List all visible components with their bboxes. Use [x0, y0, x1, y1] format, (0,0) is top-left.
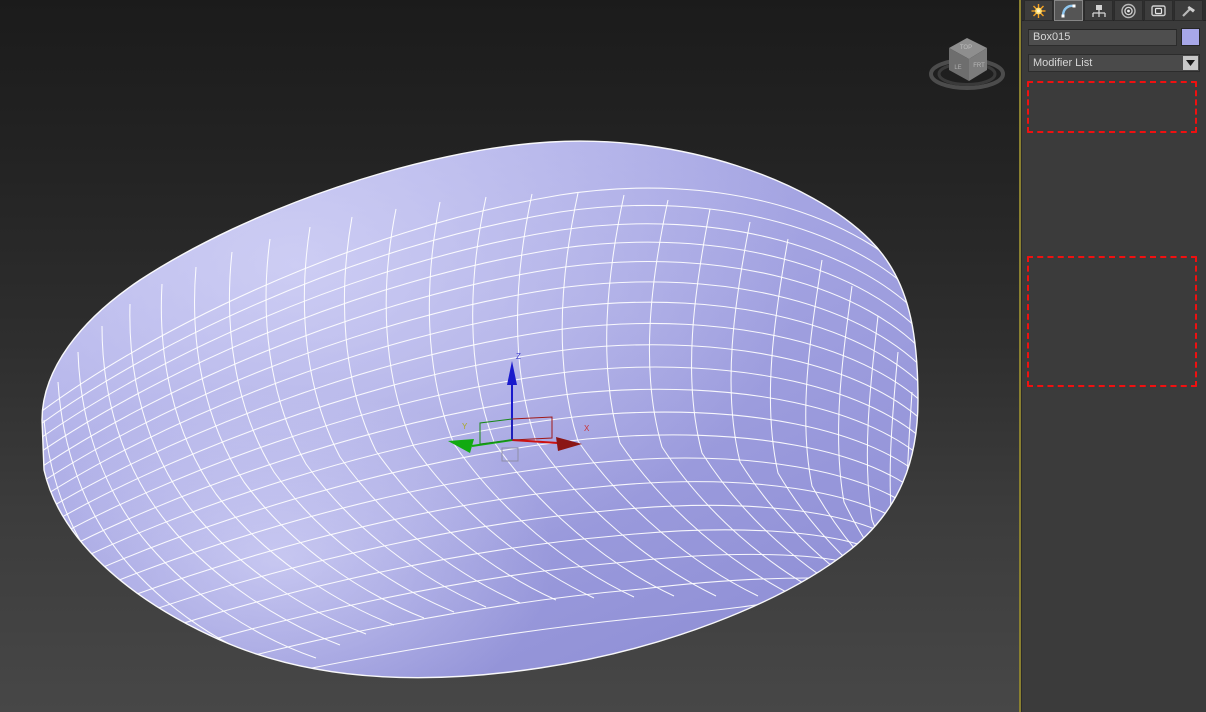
viewcube-widget[interactable]: TOP LE FRT — [921, 22, 1013, 96]
motion-tab[interactable] — [1114, 0, 1143, 21]
arc-curve-icon — [1061, 4, 1076, 17]
command-panel: Box015 Modifier List — [1021, 0, 1206, 712]
modifier-list-row: Modifier List — [1022, 54, 1206, 72]
display-monitor-icon — [1151, 4, 1166, 16]
motion-wheel-icon — [1121, 3, 1136, 18]
hammer-icon — [1182, 5, 1195, 17]
create-tab[interactable] — [1024, 0, 1053, 21]
chevron-down-icon[interactable] — [1183, 56, 1198, 70]
svg-text:LE: LE — [954, 65, 961, 71]
utilities-tab[interactable] — [1174, 0, 1203, 21]
transform-gizmo[interactable]: Z X Y — [440, 345, 610, 465]
object-color-swatch[interactable] — [1181, 28, 1200, 46]
modifier-list-dropdown[interactable]: Modifier List — [1028, 54, 1200, 72]
hierarchy-tab[interactable] — [1084, 0, 1113, 21]
star-icon — [1031, 3, 1046, 18]
viewport[interactable]: TOP LE FRT Z X Y — [0, 0, 1021, 712]
svg-text:Z: Z — [516, 352, 521, 361]
gizmo-x-axis: X — [511, 424, 590, 451]
hierarchy-icon — [1092, 4, 1106, 17]
command-panel-tabbar — [1022, 0, 1206, 21]
display-tab[interactable] — [1144, 0, 1173, 21]
app-root: TOP LE FRT Z X Y Box015 Modifier List — [0, 0, 1206, 712]
object-name-field[interactable]: Box015 — [1028, 28, 1177, 46]
svg-text:FRT: FRT — [973, 63, 985, 69]
object-name-row: Box015 — [1022, 28, 1206, 46]
modify-tab[interactable] — [1054, 0, 1083, 21]
gizmo-z-axis: Z — [507, 352, 521, 440]
svg-text:Y: Y — [462, 422, 468, 431]
modifier-list-label: Modifier List — [1033, 57, 1093, 69]
svg-text:X: X — [584, 424, 590, 433]
svg-text:TOP: TOP — [960, 45, 972, 51]
